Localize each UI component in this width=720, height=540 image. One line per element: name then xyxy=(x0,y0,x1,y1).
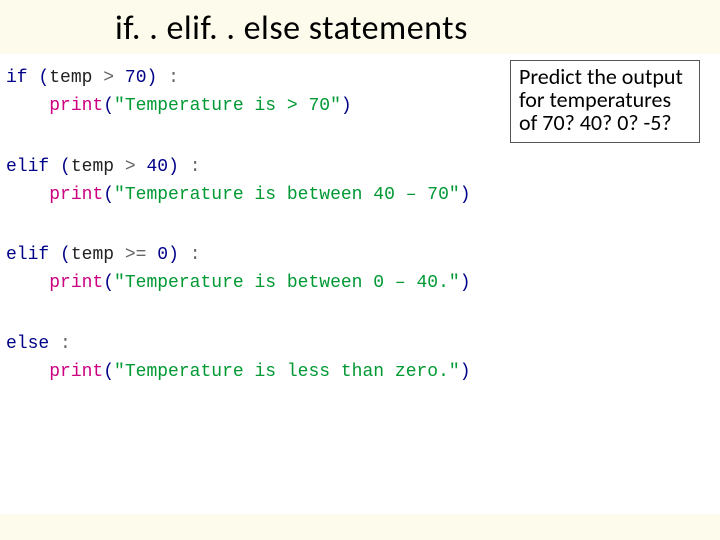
str-3: "Temperature is between 0 – 40." xyxy=(114,273,460,293)
code-line-elif2: elif (temp >= 0) : xyxy=(6,241,714,269)
predict-callout: Predict the output for temperatures of 7… xyxy=(510,60,700,143)
str-2: "Temperature is between 40 – 70" xyxy=(114,185,460,205)
num-40: 40 xyxy=(147,157,169,177)
code-line-else: else : xyxy=(6,330,714,358)
title-text: if. . elif. . else statements xyxy=(115,8,468,49)
fn-print: print xyxy=(49,362,103,382)
fn-print: print xyxy=(49,96,103,116)
kw-if: if xyxy=(6,68,28,88)
fn-print: print xyxy=(49,185,103,205)
str-4: "Temperature is less than zero." xyxy=(114,362,460,382)
kw-elif: elif xyxy=(6,245,49,265)
var-temp: temp xyxy=(71,245,114,265)
kw-else: else xyxy=(6,334,49,354)
code-line-elif1: elif (temp > 40) : xyxy=(6,153,714,181)
op-gte: >= xyxy=(125,245,147,265)
code-line-print4: print("Temperature is less than zero.") xyxy=(6,358,714,386)
code-line-print3: print("Temperature is between 0 – 40.") xyxy=(6,269,714,297)
code-line-print2: print("Temperature is between 40 – 70") xyxy=(6,181,714,209)
num-0: 0 xyxy=(157,245,168,265)
var-temp: temp xyxy=(49,68,92,88)
var-temp: temp xyxy=(71,157,114,177)
op-gt: > xyxy=(125,157,136,177)
str-1: "Temperature is > 70" xyxy=(114,96,341,116)
kw-elif: elif xyxy=(6,157,49,177)
fn-print: print xyxy=(49,273,103,293)
predict-text: Predict the output for temperatures of 7… xyxy=(519,63,683,136)
op-gt: > xyxy=(103,68,114,88)
num-70: 70 xyxy=(125,68,147,88)
slide-title: if. . elif. . else statements xyxy=(115,8,468,49)
